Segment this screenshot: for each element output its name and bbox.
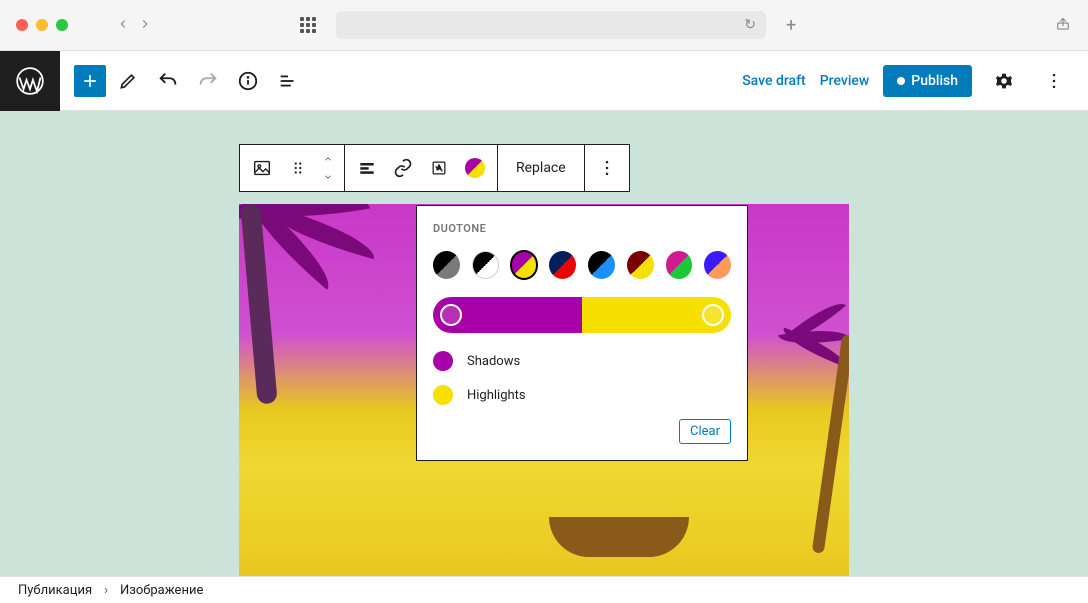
preset-blue-orange[interactable] — [704, 251, 731, 279]
breadcrumb-root[interactable]: Публикация — [18, 583, 92, 598]
save-draft-button[interactable]: Save draft — [742, 73, 806, 89]
image-decor — [749, 304, 849, 564]
chevron-right-icon: › — [104, 583, 108, 598]
shadows-color-dot — [433, 351, 453, 371]
info-icon[interactable] — [230, 63, 266, 99]
window-minimize[interactable] — [36, 19, 48, 31]
preview-button[interactable]: Preview — [820, 73, 870, 89]
breadcrumb-current[interactable]: Изображение — [120, 583, 203, 598]
breadcrumb: Публикация › Изображение — [0, 576, 1088, 603]
more-menu-icon[interactable] — [1036, 63, 1072, 99]
move-up-icon[interactable] — [316, 150, 340, 168]
link-icon[interactable] — [385, 150, 421, 186]
preset-grayscale[interactable] — [472, 251, 499, 279]
clear-button[interactable]: Clear — [679, 419, 731, 444]
drag-handle-icon[interactable] — [280, 150, 316, 186]
wp-logo[interactable] — [0, 51, 60, 111]
preset-dark-grayscale[interactable] — [433, 251, 460, 279]
edit-mode-icon[interactable] — [110, 63, 146, 99]
preset-purple-yellow[interactable] — [511, 251, 538, 279]
browser-chrome: ↻ + — [0, 0, 1088, 51]
duotone-presets — [433, 251, 731, 279]
apps-grid-icon[interactable] — [300, 17, 316, 33]
highlights-row[interactable]: Highlights — [433, 385, 731, 405]
align-icon[interactable] — [349, 150, 385, 186]
preset-midnight[interactable] — [588, 251, 615, 279]
window-zoom[interactable] — [56, 19, 68, 31]
duotone-gradient-bar[interactable] — [433, 297, 731, 333]
new-tab-button[interactable]: + — [786, 15, 796, 36]
gradient-handle-shadows[interactable] — [440, 304, 462, 326]
image-decor — [239, 204, 399, 434]
block-more-icon[interactable] — [589, 150, 625, 186]
gradient-handle-highlights[interactable] — [702, 304, 724, 326]
block-type-icon[interactable] — [244, 150, 280, 186]
outline-icon[interactable] — [270, 63, 306, 99]
block-toolbar: A Replace — [239, 144, 630, 192]
preset-blue-red[interactable] — [549, 251, 576, 279]
url-bar[interactable]: ↻ — [336, 11, 766, 39]
window-close[interactable] — [16, 19, 28, 31]
editor-topbar: Save draft Preview Publish — [0, 51, 1088, 111]
image-decor — [549, 517, 689, 557]
nav-forward[interactable] — [138, 15, 152, 36]
preset-purple-green[interactable] — [666, 251, 693, 279]
window-controls — [16, 19, 68, 31]
publish-button[interactable]: Publish — [883, 65, 972, 97]
settings-icon[interactable] — [986, 63, 1022, 99]
svg-text:A: A — [437, 164, 442, 172]
shadows-row[interactable]: Shadows — [433, 351, 731, 371]
add-block-button[interactable] — [74, 65, 106, 97]
move-down-icon[interactable] — [316, 168, 340, 186]
editor-canvas: A Replace DUOTONE — [0, 111, 1088, 576]
shadows-label: Shadows — [467, 354, 520, 369]
duotone-popover: DUOTONE Shadows Highlights Clear — [416, 205, 748, 461]
duotone-filter-icon[interactable] — [457, 150, 493, 186]
redo-icon — [190, 63, 226, 99]
crop-icon[interactable]: A — [421, 150, 457, 186]
undo-icon[interactable] — [150, 63, 186, 99]
reload-icon[interactable]: ↻ — [744, 17, 756, 33]
highlights-color-dot — [433, 385, 453, 405]
duotone-title: DUOTONE — [433, 222, 731, 235]
highlights-label: Highlights — [467, 388, 526, 403]
share-icon[interactable] — [1054, 14, 1072, 36]
replace-button[interactable]: Replace — [502, 144, 580, 192]
nav-back[interactable] — [116, 15, 130, 36]
preset-magenta-yellow[interactable] — [627, 251, 654, 279]
